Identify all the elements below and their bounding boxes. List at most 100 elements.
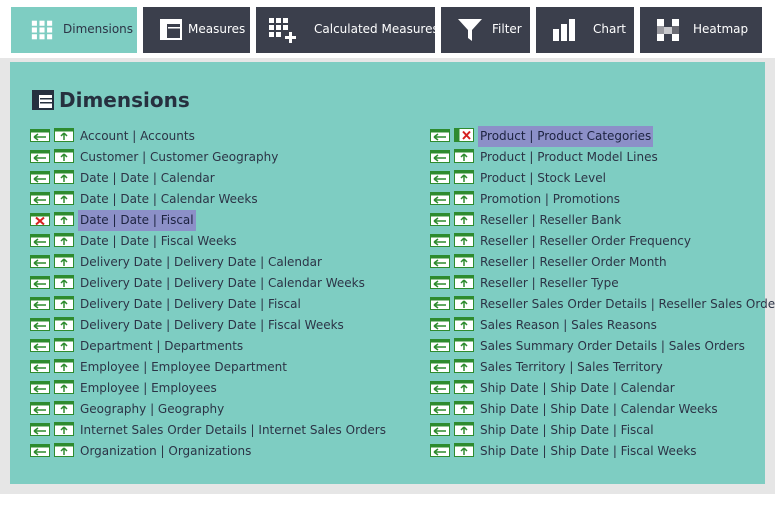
add-to-rows-icon[interactable] — [430, 381, 450, 394]
dimension-item-label[interactable]: Sales Reason | Sales Reasons — [478, 315, 659, 336]
dimension-item[interactable]: Customer | Customer Geography — [30, 147, 360, 168]
add-to-rows-icon[interactable] — [430, 150, 450, 163]
add-to-rows-icon[interactable] — [430, 255, 450, 268]
dimension-item-label[interactable]: Delivery Date | Delivery Date | Fiscal — [78, 294, 303, 315]
add-to-columns-icon[interactable] — [54, 338, 74, 352]
add-to-rows-icon[interactable] — [430, 171, 450, 184]
dimension-item-label[interactable]: Reseller | Reseller Bank — [478, 210, 623, 231]
dimension-item[interactable]: Ship Date | Ship Date | Calendar Weeks — [430, 399, 760, 420]
add-to-columns-icon[interactable] — [454, 212, 474, 226]
dimension-item-label[interactable]: Reseller | Reseller Order Frequency — [478, 231, 693, 252]
add-to-rows-icon[interactable] — [430, 444, 450, 457]
dimension-item[interactable]: Date | Date | Calendar Weeks — [30, 189, 360, 210]
dimension-item[interactable]: Reseller | Reseller Order Frequency — [430, 231, 760, 252]
add-to-rows-icon[interactable] — [30, 276, 50, 289]
dimension-item[interactable]: Organization | Organizations — [30, 441, 360, 462]
dimension-item-label[interactable]: Internet Sales Order Details | Internet … — [78, 420, 388, 441]
add-to-rows-icon[interactable] — [430, 213, 450, 226]
dimension-item-label[interactable]: Sales Summary Order Details | Sales Orde… — [478, 336, 747, 357]
dimension-item-label[interactable]: Date | Date | Fiscal — [78, 210, 196, 231]
add-to-columns-icon[interactable] — [54, 296, 74, 310]
dimension-item-label[interactable]: Ship Date | Ship Date | Fiscal Weeks — [478, 441, 699, 462]
add-to-columns-icon[interactable] — [454, 254, 474, 268]
add-to-columns-icon[interactable] — [454, 401, 474, 415]
add-to-columns-icon[interactable] — [54, 380, 74, 394]
dimension-item[interactable]: Employee | Employee Department — [30, 357, 360, 378]
dimension-item[interactable]: Sales Reason | Sales Reasons — [430, 315, 760, 336]
dimension-item[interactable]: Internet Sales Order Details | Internet … — [30, 420, 386, 441]
add-to-rows-icon[interactable] — [30, 318, 50, 331]
dimension-item-label[interactable]: Ship Date | Ship Date | Fiscal — [478, 420, 656, 441]
dimension-item-label[interactable]: Date | Date | Calendar — [78, 168, 217, 189]
add-to-columns-icon[interactable] — [454, 380, 474, 394]
add-to-columns-icon[interactable] — [54, 128, 74, 142]
tab-measures[interactable]: Measures — [143, 7, 250, 53]
add-to-rows-icon[interactable] — [30, 192, 50, 205]
dimension-item-label[interactable]: Product | Product Model Lines — [478, 147, 660, 168]
dimension-item[interactable]: Ship Date | Ship Date | Fiscal Weeks — [430, 441, 760, 462]
add-to-columns-icon[interactable] — [54, 149, 74, 163]
add-to-rows-icon[interactable] — [30, 297, 50, 310]
add-to-rows-icon[interactable] — [430, 297, 450, 310]
add-to-columns-icon[interactable] — [54, 170, 74, 184]
dimension-item[interactable]: Delivery Date | Delivery Date | Fiscal — [30, 294, 360, 315]
tab-dimensions[interactable]: Dimensions — [11, 7, 137, 53]
tab-filter[interactable]: Filter — [441, 7, 530, 53]
dimension-item[interactable]: Geography | Geography — [30, 399, 360, 420]
tab-calculated-measures[interactable]: Calculated Measures — [256, 7, 439, 53]
add-to-columns-icon[interactable] — [454, 191, 474, 205]
add-to-columns-icon[interactable] — [454, 443, 474, 457]
add-to-columns-icon[interactable] — [54, 443, 74, 457]
dimension-item-label[interactable]: Delivery Date | Delivery Date | Fiscal W… — [78, 315, 346, 336]
add-to-rows-icon[interactable] — [30, 339, 50, 352]
add-to-rows-icon[interactable] — [30, 423, 50, 436]
dimension-item-label[interactable]: Employee | Employee Department — [78, 357, 289, 378]
tab-chart[interactable]: Chart — [536, 7, 634, 53]
remove-from-rows-icon[interactable] — [30, 213, 50, 226]
dimension-item[interactable]: Reseller | Reseller Type — [430, 273, 760, 294]
dimension-item[interactable]: Date | Date | Fiscal Weeks — [30, 231, 360, 252]
dimension-item[interactable]: Ship Date | Ship Date | Fiscal — [430, 420, 760, 441]
dimension-item[interactable]: Date | Date | Fiscal — [30, 210, 360, 231]
add-to-rows-icon[interactable] — [430, 360, 450, 373]
dimension-item[interactable]: Reseller | Reseller Bank — [430, 210, 760, 231]
add-to-columns-icon[interactable] — [54, 212, 74, 226]
remove-from-columns-icon[interactable] — [454, 128, 474, 142]
add-to-columns-icon[interactable] — [454, 149, 474, 163]
dimension-item-label[interactable]: Employee | Employees — [78, 378, 219, 399]
dimension-item-label[interactable]: Delivery Date | Delivery Date | Calendar… — [78, 273, 367, 294]
dimension-item-label[interactable]: Reseller | Reseller Type — [478, 273, 621, 294]
add-to-columns-icon[interactable] — [54, 422, 74, 436]
add-to-columns-icon[interactable] — [454, 422, 474, 436]
dimension-item-label[interactable]: Product | Product Categories — [478, 126, 654, 147]
add-to-columns-icon[interactable] — [454, 296, 474, 310]
dimension-item-label[interactable]: Account | Accounts — [78, 126, 197, 147]
add-to-rows-icon[interactable] — [430, 402, 450, 415]
add-to-rows-icon[interactable] — [430, 129, 450, 142]
dimension-item[interactable]: Promotion | Promotions — [430, 189, 760, 210]
add-to-columns-icon[interactable] — [54, 275, 74, 289]
add-to-rows-icon[interactable] — [30, 360, 50, 373]
add-to-columns-icon[interactable] — [454, 275, 474, 289]
add-to-columns-icon[interactable] — [54, 359, 74, 373]
dimension-item-label[interactable]: Customer | Customer Geography — [78, 147, 280, 168]
add-to-rows-icon[interactable] — [430, 423, 450, 436]
dimension-item-label[interactable]: Reseller Sales Order Details | Reseller … — [478, 294, 775, 315]
dimension-item-label[interactable]: Delivery Date | Delivery Date | Calendar — [78, 252, 324, 273]
tab-heatmap[interactable]: Heatmap — [640, 7, 762, 53]
dimension-item[interactable]: Date | Date | Calendar — [30, 168, 360, 189]
dimension-item-label[interactable]: Department | Departments — [78, 336, 245, 357]
add-to-columns-icon[interactable] — [454, 170, 474, 184]
add-to-rows-icon[interactable] — [430, 192, 450, 205]
dimension-item[interactable]: Sales Summary Order Details | Sales Orde… — [430, 336, 760, 357]
add-to-columns-icon[interactable] — [454, 359, 474, 373]
dimension-item[interactable]: Delivery Date | Delivery Date | Fiscal W… — [30, 315, 360, 336]
add-to-rows-icon[interactable] — [30, 381, 50, 394]
dimension-item[interactable]: Sales Territory | Sales Territory — [430, 357, 760, 378]
add-to-columns-icon[interactable] — [454, 233, 474, 247]
add-to-columns-icon[interactable] — [54, 191, 74, 205]
add-to-rows-icon[interactable] — [430, 276, 450, 289]
add-to-columns-icon[interactable] — [454, 317, 474, 331]
dimension-item-label[interactable]: Geography | Geography — [78, 399, 226, 420]
dimension-item-label[interactable]: Product | Stock Level — [478, 168, 608, 189]
